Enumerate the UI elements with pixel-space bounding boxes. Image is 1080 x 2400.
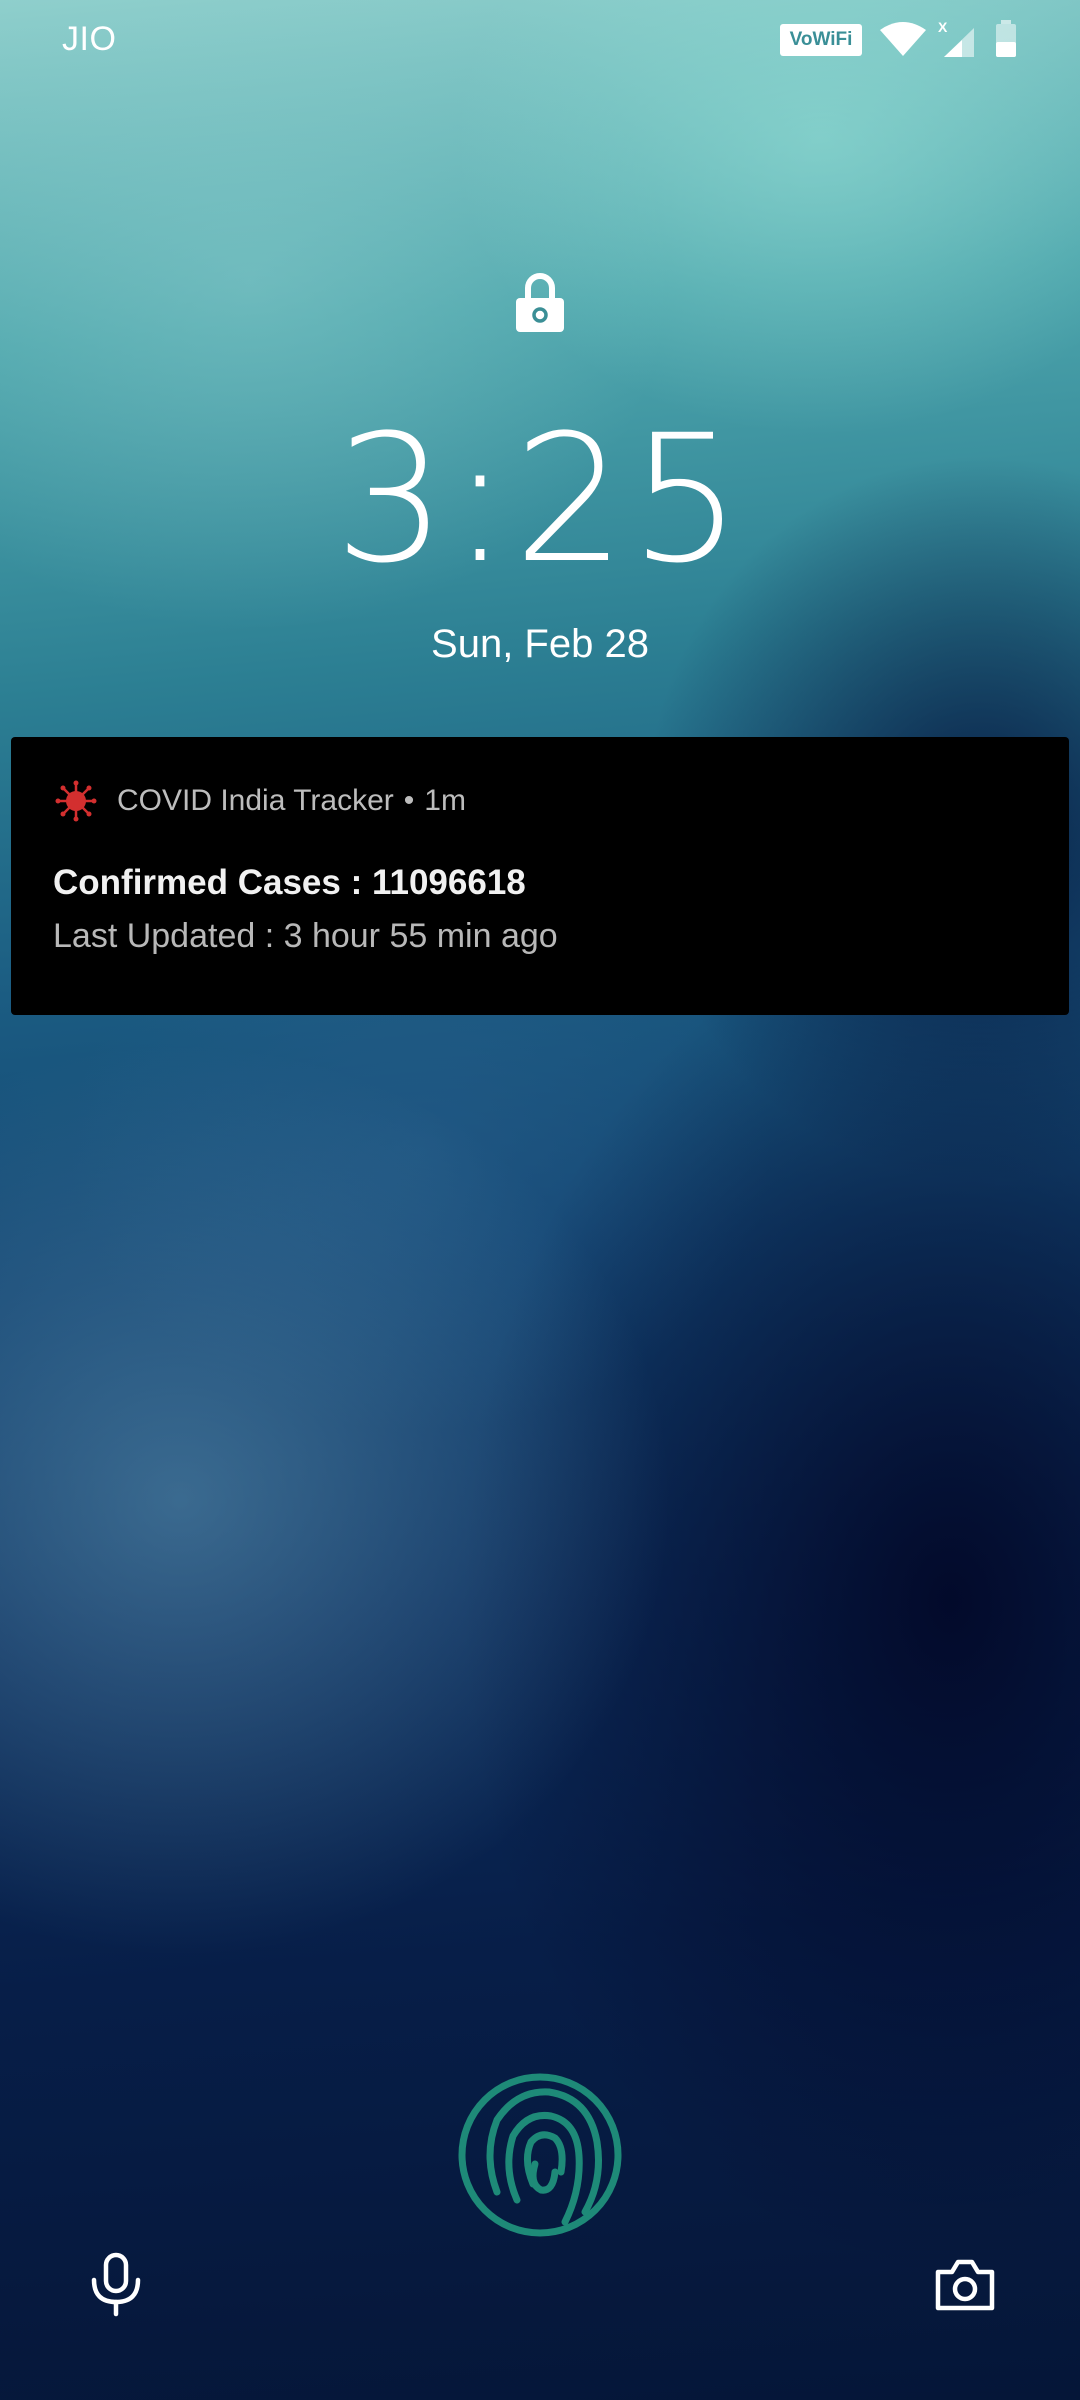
- wifi-icon: [880, 22, 926, 56]
- battery-icon: [996, 20, 1016, 57]
- notification-app-name: COVID India Tracker: [117, 784, 394, 817]
- carrier-label: JIO: [62, 20, 117, 58]
- signal-badge: X: [938, 20, 948, 35]
- notification-card[interactable]: COVID India Tracker • 1m Confirmed Cases…: [11, 737, 1069, 1015]
- notification-separator: •: [403, 784, 415, 817]
- date-label: Sun, Feb 28: [431, 622, 649, 666]
- status-bar: JIO VoWiFi X: [0, 0, 1080, 80]
- clock: 3:25: [334, 397, 746, 602]
- mic-icon[interactable]: [86, 2252, 146, 2318]
- notification-header: COVID India Tracker • 1m: [55, 780, 466, 822]
- signal-icon: X: [938, 20, 974, 57]
- virus-icon: [55, 780, 97, 822]
- notification-body: Last Updated : 3 hour 55 min ago: [53, 917, 558, 955]
- lock-icon: [516, 273, 564, 332]
- vowifi-badge: VoWiFi: [780, 24, 862, 56]
- notification-title: Confirmed Cases : 11096618: [53, 863, 526, 902]
- camera-icon[interactable]: [934, 2256, 996, 2312]
- notification-time: 1m: [424, 784, 466, 817]
- fingerprint-icon[interactable]: [457, 2072, 623, 2238]
